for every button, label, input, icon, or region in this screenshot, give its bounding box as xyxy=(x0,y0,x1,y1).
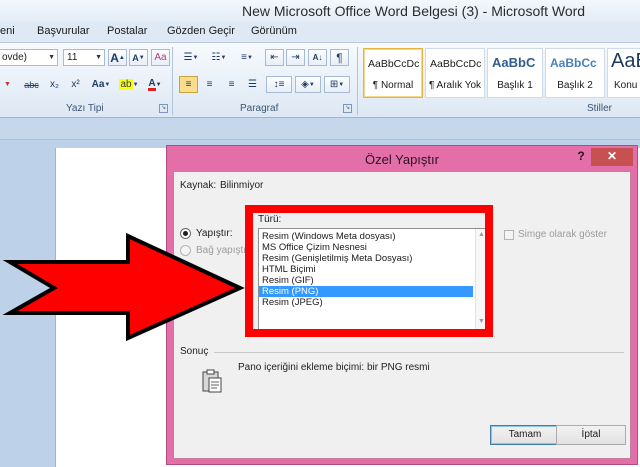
annotation-highlight-box xyxy=(245,205,493,337)
